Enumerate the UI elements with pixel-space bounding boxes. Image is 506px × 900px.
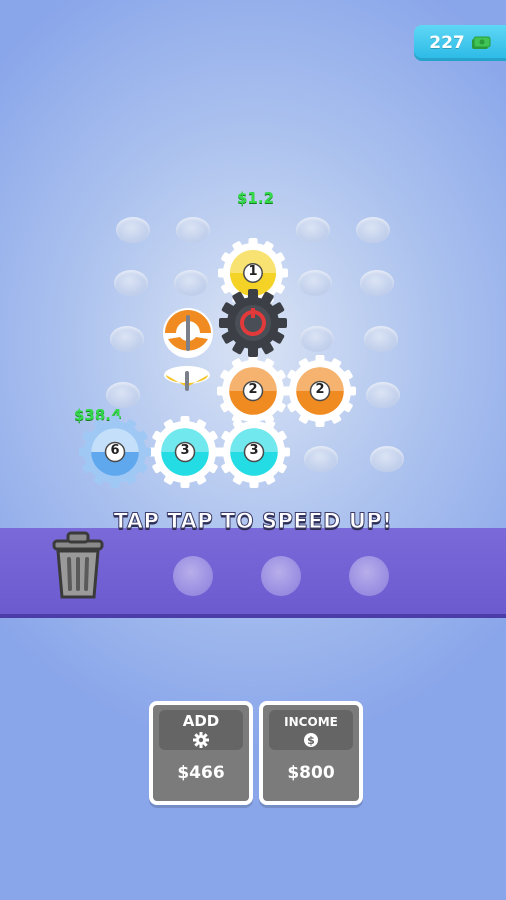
- gear-icon: [193, 732, 209, 748]
- income-button-label: INCOME: [284, 715, 338, 729]
- board-peg[interactable]: [360, 270, 394, 296]
- cash-icon: [471, 36, 491, 49]
- gear-level-3[interactable]: 3: [216, 414, 292, 490]
- currency-value: 227: [429, 33, 465, 53]
- gear-level-label: 2: [315, 382, 325, 397]
- board-peg[interactable]: [300, 326, 334, 352]
- svg-text:$: $: [307, 734, 315, 747]
- coin-icon: $: [304, 733, 318, 747]
- gear-level-label: 2: [248, 382, 258, 397]
- board-peg[interactable]: [110, 326, 144, 352]
- currency-counter: 227: [414, 25, 506, 61]
- board-peg[interactable]: [356, 217, 390, 243]
- gear-level-label: 1: [248, 264, 258, 279]
- add-gear-button[interactable]: ADD $466: [149, 701, 253, 805]
- add-button-price: $466: [177, 763, 225, 783]
- income-button-price: $800: [287, 763, 335, 783]
- reward-popup-1: $1.2: [237, 189, 275, 207]
- board-peg[interactable]: [304, 446, 338, 472]
- motor-gear: [219, 289, 287, 357]
- trash-icon[interactable]: [44, 523, 112, 603]
- add-button-label: ADD: [182, 712, 220, 730]
- board-peg[interactable]: [176, 217, 210, 243]
- storage-slot[interactable]: [349, 556, 389, 596]
- storage-slot[interactable]: [261, 556, 301, 596]
- add-button-header: ADD: [159, 710, 243, 750]
- gear-level-label: 6: [110, 443, 120, 458]
- gear-level-3[interactable]: 3: [147, 414, 223, 490]
- spinning-gear-yellow[interactable]: [162, 363, 212, 393]
- board-peg[interactable]: [114, 270, 148, 296]
- income-button-header: INCOME $: [269, 710, 353, 750]
- income-button[interactable]: INCOME $ $800: [259, 701, 363, 805]
- board-peg[interactable]: [116, 217, 150, 243]
- board-peg[interactable]: [366, 382, 400, 408]
- board-peg[interactable]: [364, 326, 398, 352]
- board-peg[interactable]: [298, 270, 332, 296]
- gear-level-6[interactable]: 6: [77, 414, 153, 490]
- board-peg[interactable]: [370, 446, 404, 472]
- gear-level-label: 3: [180, 443, 190, 458]
- spinning-gear-orange[interactable]: [160, 305, 216, 361]
- gear-level-label: 3: [249, 443, 259, 458]
- gear-level-2[interactable]: 2: [282, 353, 358, 429]
- storage-slot[interactable]: [173, 556, 213, 596]
- board-peg[interactable]: [106, 382, 140, 408]
- board-peg[interactable]: [296, 217, 330, 243]
- board-peg[interactable]: [174, 270, 208, 296]
